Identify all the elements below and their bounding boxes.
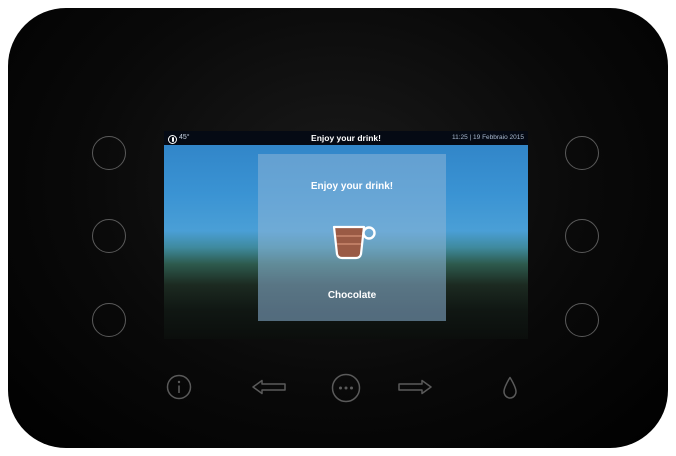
water-drop-icon[interactable]	[502, 376, 518, 400]
machine-panel: 45° Enjoy your drink! 11:25 | 19 Febbrai…	[8, 8, 668, 448]
right-top-side-button[interactable]	[565, 136, 599, 170]
right-middle-side-button[interactable]	[565, 219, 599, 253]
status-datetime: 11:25 | 19 Febbraio 2015	[451, 134, 524, 141]
left-top-side-button[interactable]	[92, 136, 126, 170]
display-screen: 45° Enjoy your drink! 11:25 | 19 Febbrai…	[164, 131, 528, 339]
drink-name: Chocolate	[327, 290, 377, 301]
left-middle-side-button[interactable]	[92, 219, 126, 253]
left-bottom-side-button[interactable]	[92, 303, 126, 337]
info-icon[interactable]	[166, 374, 192, 400]
arrow-left-icon[interactable]	[251, 379, 287, 395]
dialog-title: Enjoy your drink!	[310, 181, 394, 192]
cup-icon	[332, 225, 376, 260]
drink-ready-dialog: Enjoy your drink! Chocolate	[258, 154, 446, 321]
arrow-right-icon[interactable]	[397, 379, 433, 395]
more-icon[interactable]	[331, 373, 361, 403]
status-bar: 45° Enjoy your drink! 11:25 | 19 Febbrai…	[164, 131, 528, 145]
right-bottom-side-button[interactable]	[565, 303, 599, 337]
